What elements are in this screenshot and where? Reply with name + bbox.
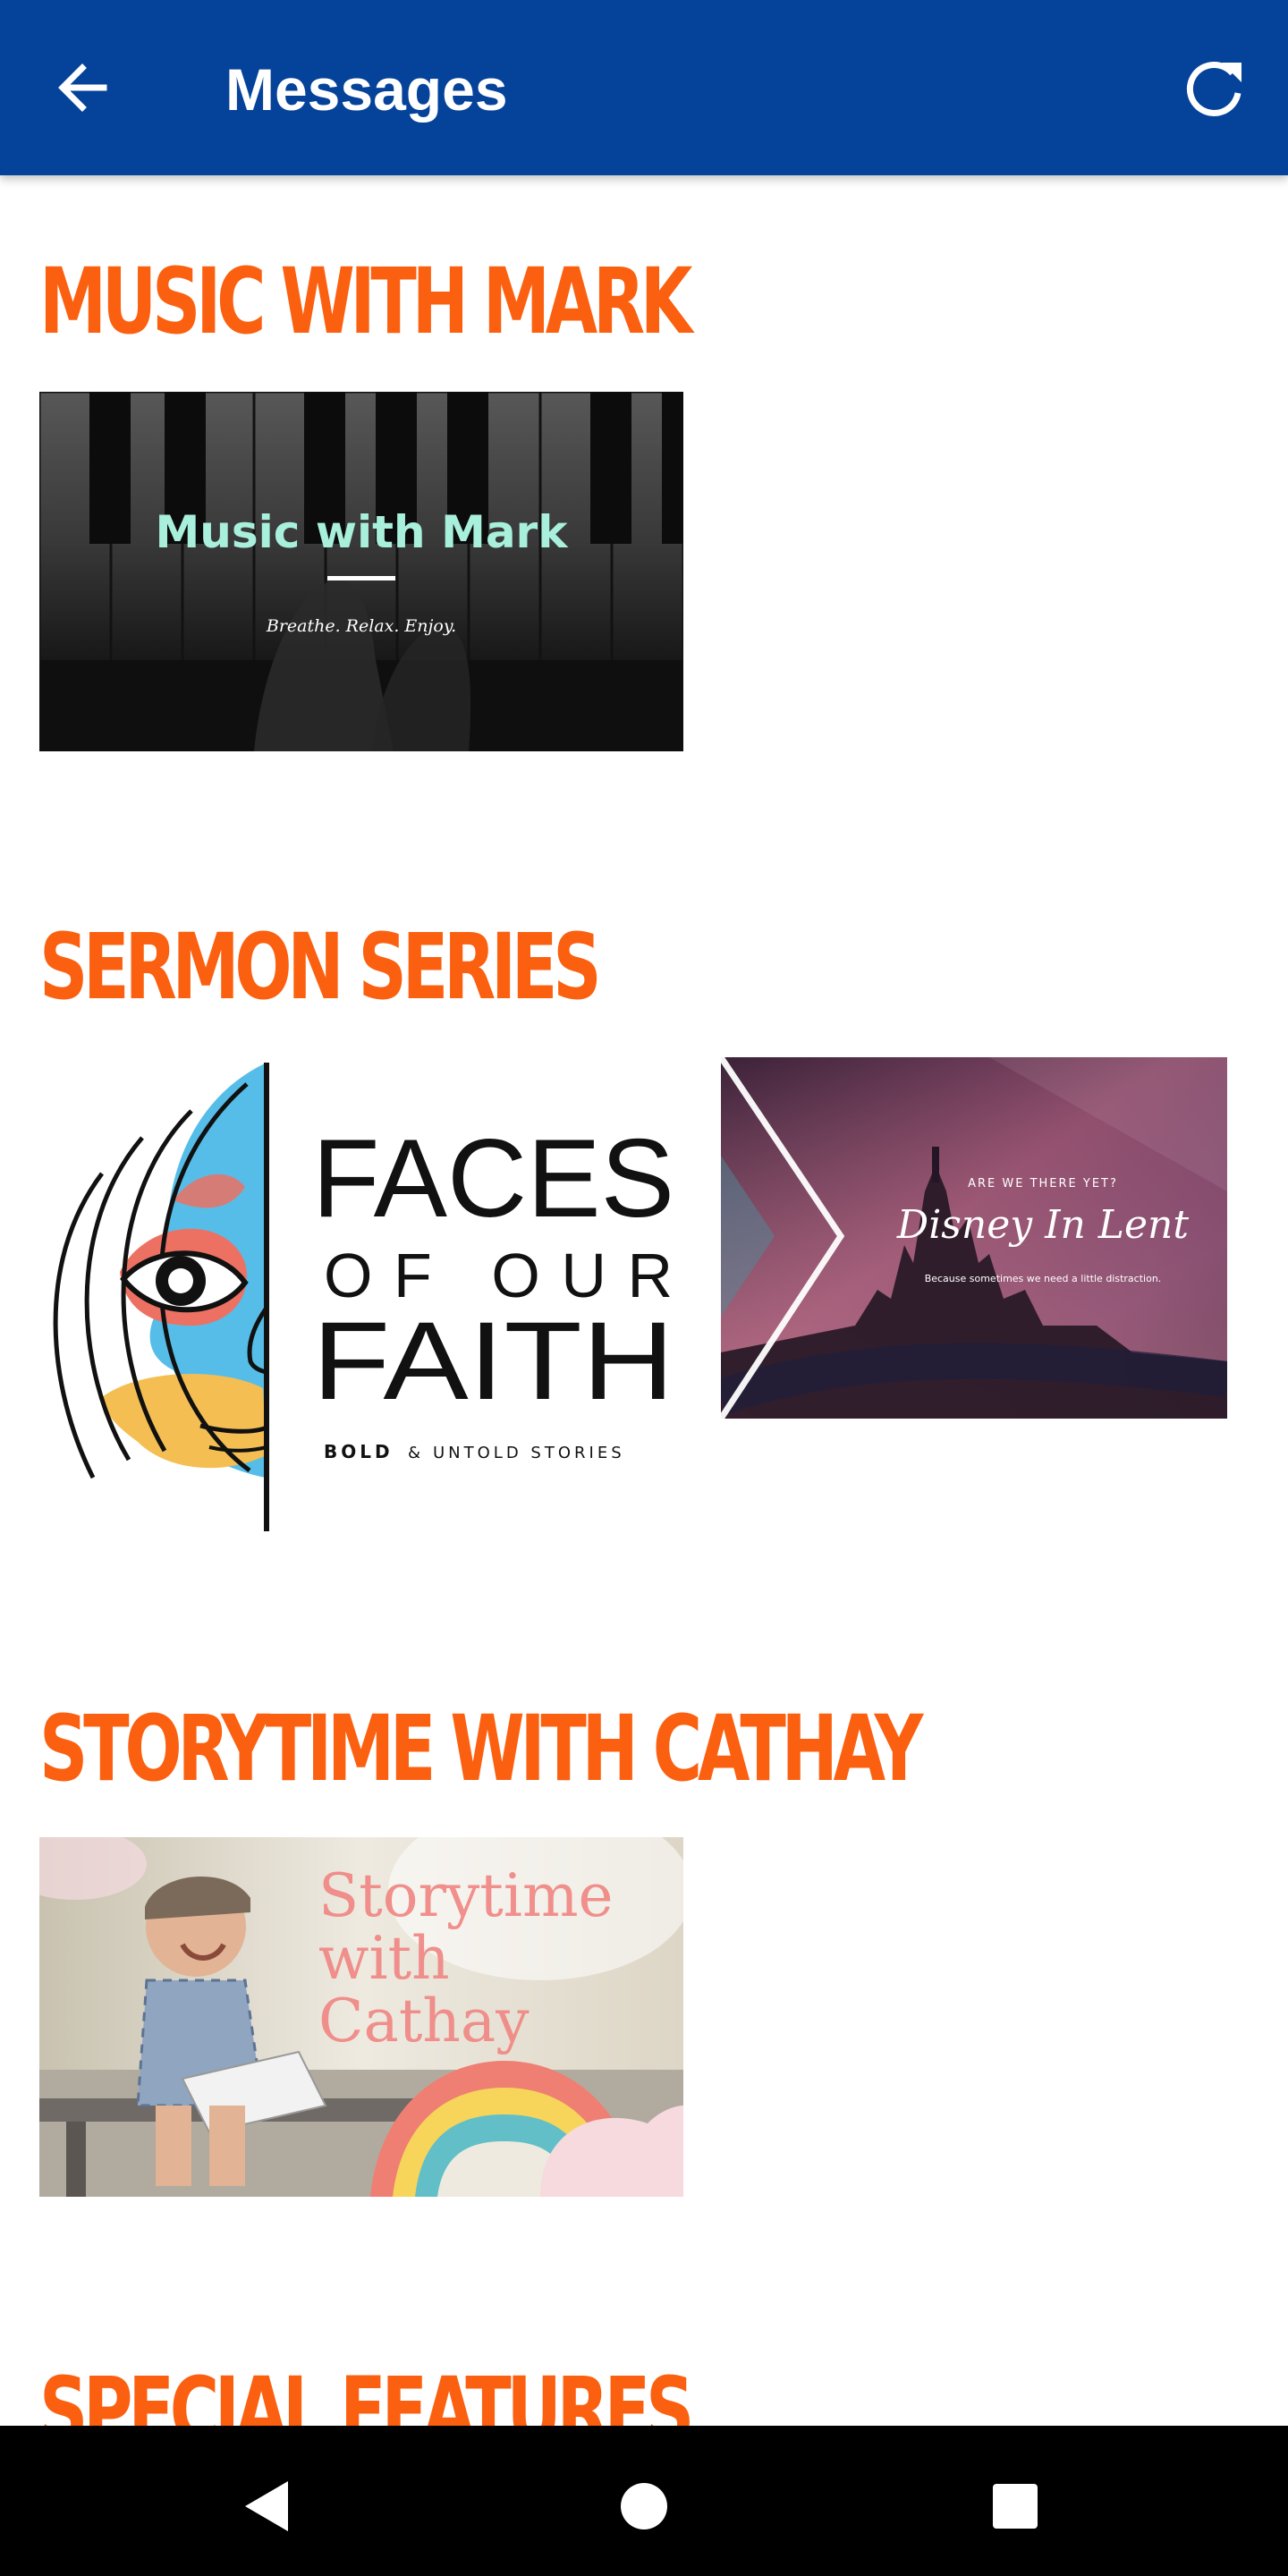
storytime-art: Storytime with Cathay: [39, 1837, 683, 2197]
storytime-with-cathay-thumbnail[interactable]: Storytime with Cathay: [39, 1837, 683, 2197]
messages-list[interactable]: MUSIC WITH MARK Music with Mark Breathe.…: [0, 175, 1288, 2426]
faces-title-line3: FAITH: [312, 1300, 674, 1423]
storytime-title-line2: with: [318, 1924, 450, 1993]
music-with-mark-title: Music with Mark: [156, 506, 570, 558]
section-title-sermon-series: SERMON SERIES: [39, 914, 602, 1021]
disney-in-lent-thumbnail[interactable]: ARE WE THERE YET? Disney In Lent Because…: [721, 1057, 1227, 1419]
storytime-title-line1: Storytime: [318, 1861, 614, 1930]
refresh-icon: [1186, 62, 1241, 116]
faces-of-our-faith-art: FACES OF OUR FAITH BOLD & UNTOLD STORIES: [53, 1063, 674, 1531]
refresh-button[interactable]: [1177, 50, 1252, 125]
disney-subtitle: Because sometimes we need a little distr…: [925, 1273, 1162, 1284]
music-with-mark-thumbnail[interactable]: Music with Mark Breathe. Relax. Enjoy.: [39, 392, 683, 751]
triangle-back-icon: [245, 2481, 288, 2531]
section-title-special-features: SPECIAL FEATURES: [39, 2358, 694, 2426]
nav-recents-button[interactable]: [970, 2462, 1060, 2551]
system-nav-bar: [0, 2426, 1288, 2576]
disney-in-lent-art: ARE WE THERE YET? Disney In Lent Because…: [721, 1057, 1227, 1419]
faces-tagline-rest: UNTOLD STORIES: [433, 1444, 625, 1462]
music-with-mark-subtitle: Breathe. Relax. Enjoy.: [266, 616, 456, 636]
circle-home-icon: [621, 2483, 667, 2529]
arrow-left-icon: [58, 64, 107, 112]
page-title: Messages: [225, 56, 508, 123]
storytime-title-line3: Cathay: [318, 1987, 530, 2055]
section-title-music-with-mark: MUSIC WITH MARK: [39, 249, 692, 355]
faces-title-line1: FACES: [312, 1117, 674, 1241]
disney-kicker: ARE WE THERE YET?: [968, 1177, 1118, 1191]
piano-keys-image: Music with Mark Breathe. Relax. Enjoy.: [39, 392, 683, 751]
faces-tagline-bold: BOLD: [324, 1441, 394, 1462]
nav-back-button[interactable]: [224, 2462, 313, 2551]
app-bar: Messages: [0, 0, 1288, 175]
section-title-storytime-with-cathay: STORYTIME WITH CATHAY: [39, 1696, 923, 1802]
square-recents-icon: [993, 2484, 1038, 2529]
faces-of-our-faith-thumbnail[interactable]: FACES OF OUR FAITH BOLD & UNTOLD STORIES: [39, 1057, 683, 1540]
disney-title: Disney In Lent: [896, 1202, 1189, 1248]
nav-home-button[interactable]: [599, 2462, 689, 2551]
faces-tagline-amp: &: [408, 1444, 420, 1462]
back-button[interactable]: [50, 52, 122, 123]
